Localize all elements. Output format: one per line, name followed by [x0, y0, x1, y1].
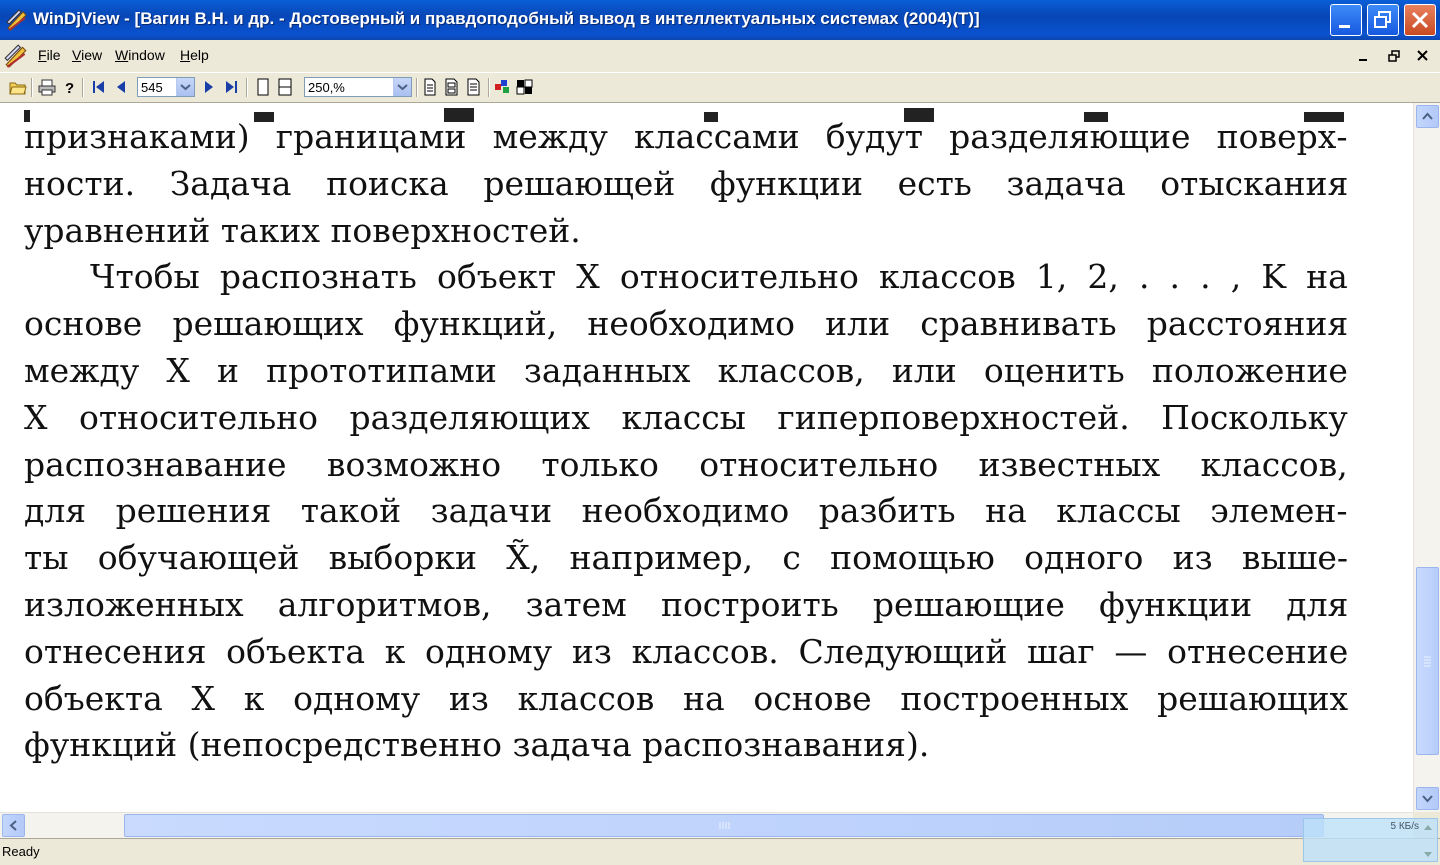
page-dropdown-button[interactable]	[176, 78, 194, 96]
text-line: X относительно разделяющих классы гиперп…	[24, 397, 1348, 437]
scroll-down-button[interactable]	[1416, 787, 1439, 810]
toolbar-separator	[31, 78, 33, 97]
mdi-restore-icon[interactable]	[1384, 46, 1404, 66]
minimize-button[interactable]	[1330, 4, 1362, 36]
grip-icon	[1424, 656, 1431, 667]
vertical-scroll-thumb[interactable]	[1416, 567, 1439, 755]
menu-view[interactable]: View	[72, 47, 102, 63]
window-title: WinDjView - [Вагин В.Н. и др. - Достовер…	[33, 9, 980, 28]
page-number-value: 545	[141, 80, 163, 95]
grip-icon	[719, 822, 730, 829]
zoom-combo[interactable]: 250,%	[304, 77, 412, 97]
text-line: распознавание возможно только относитель…	[24, 444, 1348, 484]
vertical-scrollbar[interactable]	[1413, 103, 1440, 812]
first-page-icon[interactable]	[90, 78, 108, 96]
menu-bar: File View Window Help	[0, 40, 1440, 73]
scroll-left-button[interactable]	[2, 814, 25, 837]
document-page-view[interactable]: признаками) границами между классами буд…	[0, 103, 1413, 812]
text-line: основе решающих функций, необходимо или …	[24, 304, 1349, 344]
print-icon[interactable]	[38, 78, 56, 96]
chevron-down-icon	[180, 84, 191, 91]
previous-page-icon[interactable]	[112, 78, 130, 96]
facing-pages-icon[interactable]	[465, 78, 483, 96]
mdi-close-icon[interactable]	[1413, 46, 1433, 66]
text-line: Чтобы распознать объект X относительно к…	[90, 257, 1348, 297]
help-icon[interactable]: ?	[60, 78, 78, 96]
restore-icon	[1374, 11, 1391, 28]
fit-page-icon[interactable]	[254, 78, 272, 96]
text-line: признаками) границами между классами буд…	[24, 117, 1348, 156]
toolbar: ? 545 250,%	[0, 73, 1440, 103]
text-line: для решения такой задачи необходимо разб…	[24, 491, 1348, 531]
status-text: Ready	[2, 844, 40, 859]
network-arrows-icon	[1424, 825, 1432, 857]
close-icon	[1411, 11, 1429, 29]
last-page-icon[interactable]	[222, 78, 240, 96]
text-line: уравнений таких поверхностей.	[24, 210, 581, 250]
document-window-icon[interactable]	[3, 43, 29, 69]
mdi-minimize-icon[interactable]	[1354, 46, 1374, 66]
page-number-combo[interactable]: 545	[137, 77, 195, 97]
toolbar-separator	[488, 78, 490, 97]
continuous-pages-icon[interactable]	[443, 78, 461, 96]
scroll-up-button[interactable]	[1416, 105, 1439, 128]
arrow-down-icon	[1422, 795, 1433, 803]
toolbar-separator	[416, 78, 418, 97]
menu-file[interactable]: File	[38, 47, 61, 63]
network-meter-widget: 5 КБ/s	[1303, 818, 1438, 862]
fit-width-icon[interactable]	[276, 78, 294, 96]
text-line: функций (непосредственно задача распозна…	[24, 725, 930, 765]
status-bar: Ready	[0, 838, 1440, 865]
windjview-app-icon[interactable]	[5, 8, 29, 32]
text-line: объекта X к одному из классов на основе …	[24, 678, 1349, 718]
horizontal-scroll-thumb[interactable]	[124, 814, 1324, 837]
close-button[interactable]	[1404, 4, 1436, 36]
text-line: ты обучающей выборки X̃, например, с пом…	[24, 538, 1349, 578]
menu-window[interactable]: Window	[115, 47, 165, 63]
zoom-value: 250,%	[308, 80, 345, 95]
menu-help[interactable]: Help	[180, 47, 209, 63]
network-rate: 5 КБ/s	[1390, 821, 1419, 832]
minimize-icon	[1339, 25, 1350, 28]
zoom-dropdown-button[interactable]	[393, 78, 411, 96]
toolbar-separator	[82, 78, 84, 97]
text-line: между X и прототипами заданных классов, …	[24, 351, 1348, 390]
text-line: изложенных алгоритмов, затем построить р…	[24, 585, 1349, 624]
toolbar-separator	[246, 78, 248, 97]
text-line: отнесения объекта к одному из классов. С…	[24, 631, 1349, 671]
text-line: ности. Задача поиска решающей функции ес…	[24, 163, 1349, 203]
display-mode-icon[interactable]	[516, 78, 534, 96]
svg-text:?: ?	[65, 80, 74, 96]
single-page-icon[interactable]	[421, 78, 439, 96]
chevron-down-icon	[397, 84, 408, 91]
next-page-icon[interactable]	[200, 78, 218, 96]
open-folder-icon[interactable]	[9, 78, 27, 96]
arrow-left-icon	[9, 820, 17, 831]
arrow-up-icon	[1422, 112, 1433, 120]
horizontal-scrollbar[interactable]	[0, 812, 1413, 839]
restore-button[interactable]	[1367, 4, 1399, 36]
color-mode-icon[interactable]	[494, 78, 512, 96]
title-bar: WinDjView - [Вагин В.Н. и др. - Достовер…	[0, 0, 1440, 40]
